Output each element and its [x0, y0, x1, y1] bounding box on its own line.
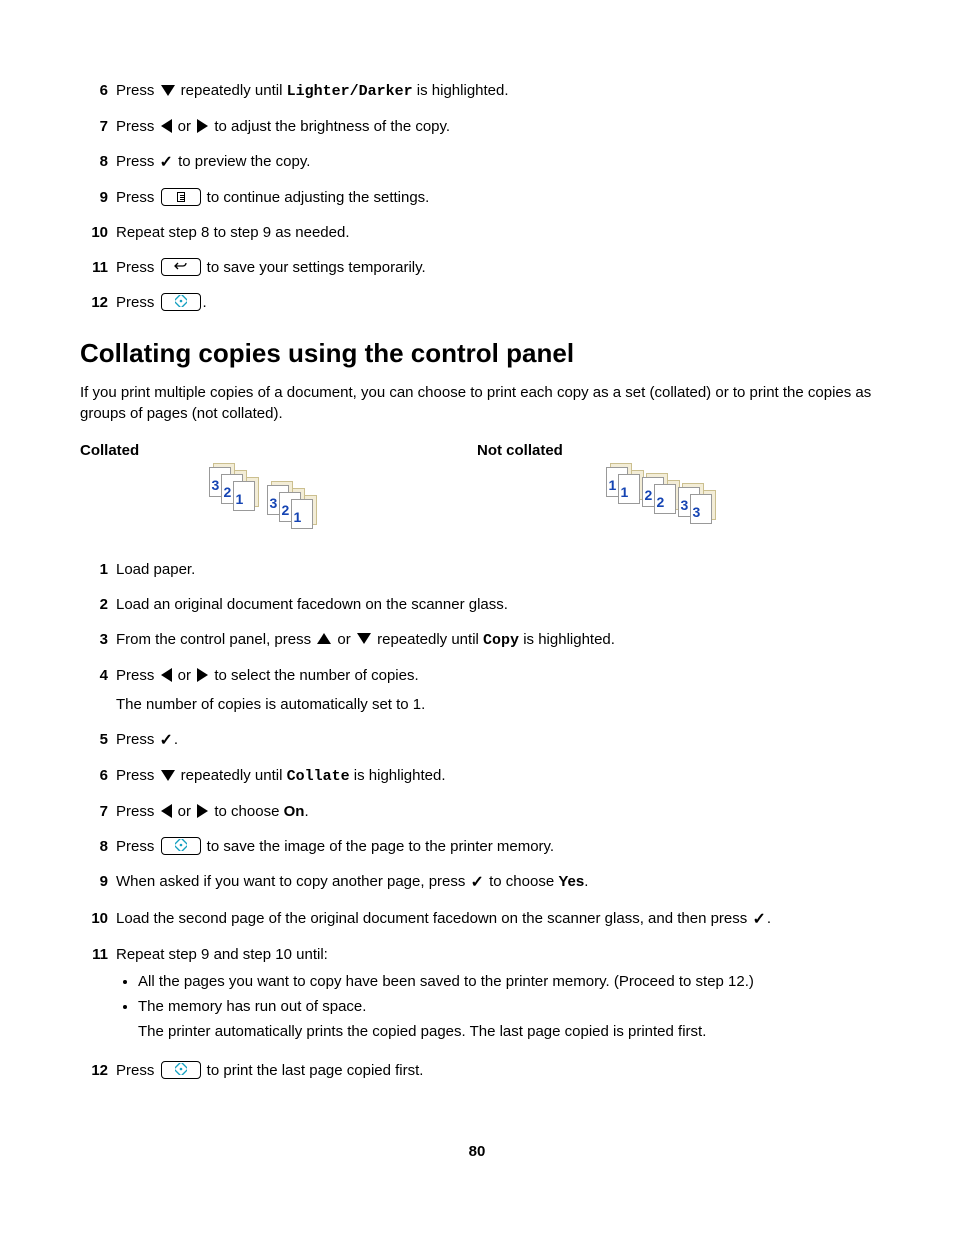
collated-diagram: 321321 — [209, 467, 349, 537]
page-icon: 1 — [291, 499, 313, 529]
menu-button-icon — [161, 188, 201, 206]
arrow-left-icon — [161, 804, 172, 818]
top-steps-list: 6 Press repeatedly until Lighter/Darker … — [80, 80, 874, 313]
main-step-8: 8Press to save the image of the page to … — [80, 836, 874, 857]
check-icon: ✓ — [160, 154, 173, 171]
step-11: 11 Press to save your settings temporari… — [80, 257, 874, 278]
main-step-7: 7 Press or to choose On. — [80, 801, 874, 822]
step-7: 7 Press or to adjust the brightness of t… — [80, 116, 874, 137]
step-8: 8 Press ✓ to preview the copy. — [80, 151, 874, 173]
collation-columns: Collated 321321 Not collated 112233 — [80, 440, 874, 537]
arrow-right-icon — [197, 119, 208, 133]
page-number: 80 — [80, 1141, 874, 1162]
arrow-down-icon — [357, 633, 371, 644]
arrow-down-icon — [161, 770, 175, 781]
arrow-right-icon — [197, 668, 208, 682]
main-step-9: 9 When asked if you want to copy another… — [80, 871, 874, 893]
start-button-icon — [161, 1061, 201, 1079]
main-step-1: 1Load paper. — [80, 559, 874, 580]
step-10: 10 Repeat step 8 to step 9 as needed. — [80, 222, 874, 243]
not-collated-column: Not collated 112233 — [477, 440, 874, 537]
step-12: 12 Press . — [80, 292, 874, 313]
not-collated-diagram: 112233 — [606, 467, 746, 537]
step-6: 6 Press repeatedly until Lighter/Darker … — [80, 80, 874, 102]
main-step-4: 4 Press or to select the number of copie… — [80, 665, 874, 715]
arrow-left-icon — [161, 119, 172, 133]
main-step-11: 11 Repeat step 9 and step 10 until: All … — [80, 944, 874, 1046]
start-button-icon — [161, 837, 201, 855]
collated-column: Collated 321321 — [80, 440, 477, 537]
section-intro: If you print multiple copies of a docume… — [80, 382, 874, 424]
main-step-10: 10Load the second page of the original d… — [80, 908, 874, 930]
arrow-left-icon — [161, 668, 172, 682]
section-heading: Collating copies using the control panel — [80, 335, 874, 371]
main-step-12: 12Press to print the last page copied fi… — [80, 1060, 874, 1081]
arrow-right-icon — [197, 804, 208, 818]
back-button-icon — [161, 258, 201, 276]
check-icon: ✓ — [752, 911, 765, 928]
main-steps-list: 1Load paper. 2Load an original document … — [80, 559, 874, 1081]
page-icon: 1 — [233, 481, 255, 511]
arrow-down-icon — [161, 85, 175, 96]
main-step-5: 5Press ✓. — [80, 729, 874, 751]
main-step-6: 6 Press repeatedly until Collate is high… — [80, 765, 874, 787]
check-icon: ✓ — [160, 732, 173, 749]
start-button-icon — [161, 293, 201, 311]
arrow-up-icon — [317, 633, 331, 644]
step-9: 9 Press to continue adjusting the settin… — [80, 187, 874, 208]
page-icon: 3 — [690, 494, 712, 524]
check-icon: ✓ — [471, 874, 484, 891]
main-step-3: 3 From the control panel, press or repea… — [80, 629, 874, 651]
page-icon: 1 — [618, 474, 640, 504]
main-step-2: 2Load an original document facedown on t… — [80, 594, 874, 615]
page-icon: 2 — [654, 484, 676, 514]
